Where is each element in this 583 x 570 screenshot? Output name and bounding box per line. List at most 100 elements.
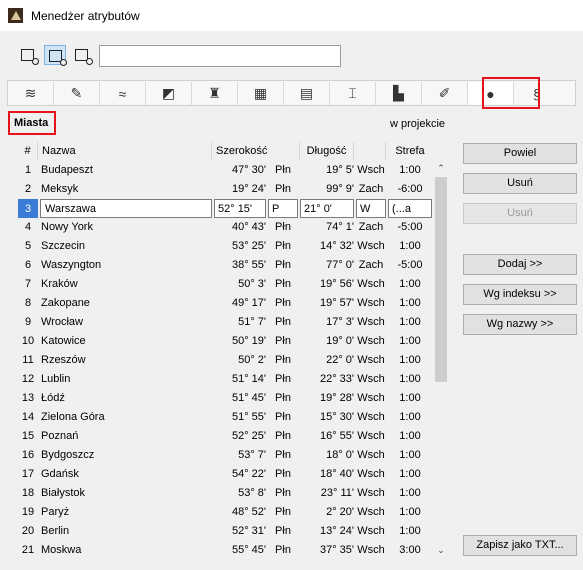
col-header-lat[interactable]: Szerokość	[214, 142, 300, 161]
cell-ns[interactable]: P	[268, 199, 298, 218]
view-preview-button[interactable]	[71, 45, 93, 65]
cell-num: 20	[21, 525, 35, 537]
tab-pens[interactable]: ✎	[54, 82, 100, 105]
layers-icon: ≋	[24, 85, 37, 101]
cell-tz: 3:00	[399, 544, 421, 556]
tab-zones[interactable]: ▤	[284, 82, 330, 105]
table-row[interactable]: 21 Moskwa 55° 45' Płn 37° 35' Wsch 3:00	[18, 541, 432, 558]
cell-tz[interactable]: (...a	[388, 199, 432, 218]
cell-tz: -6:00	[397, 183, 423, 195]
tab-layers[interactable]: ≋	[8, 82, 54, 105]
cell-ew: Wsch	[357, 335, 385, 347]
tab-composites[interactable]: ▦	[238, 82, 284, 105]
tab-fills[interactable]: ◩	[146, 82, 192, 105]
cell-ew: Zach	[358, 221, 384, 233]
table-row[interactable]: 17 Gdańsk 54° 22' Płn 18° 40' Wsch 1:00	[18, 465, 432, 484]
cell-tz: 1:00	[399, 316, 421, 328]
add-button[interactable]: Dodaj >>	[463, 254, 577, 275]
cell-name: Łódź	[41, 392, 65, 404]
cell-name: Zielona Góra	[41, 411, 105, 423]
cell-lat: 51° 55'	[231, 411, 266, 423]
cell-tz: 1:00	[399, 240, 421, 252]
cell-tz: 1:00	[399, 373, 421, 385]
cell-ns: Płn	[275, 278, 291, 290]
scroll-down-icon[interactable]: ⌄	[433, 542, 449, 558]
table-row[interactable]: 6 Waszyngton 38° 55' Płn 77° 0' Zach -5:00	[18, 256, 432, 275]
table-row-selected[interactable]: 3 Warszawa 52° 15' P 21° 0' W (...a	[18, 199, 432, 218]
tab-paint[interactable]: ♜	[192, 82, 238, 105]
cell-lon: 18° 0'	[326, 449, 354, 461]
scroll-up-icon[interactable]: ⌃	[433, 160, 449, 176]
app-icon	[8, 8, 23, 23]
cell-lat: 49° 17'	[231, 297, 266, 309]
cell-lat: 53° 7'	[238, 449, 266, 461]
cell-tz: 1:00	[399, 449, 421, 461]
by-index-button[interactable]: Wg indeksu >>	[463, 284, 577, 305]
cell-num: 19	[21, 506, 35, 518]
table-row[interactable]: 10 Katowice 50° 19' Płn 19° 0' Wsch 1:00	[18, 332, 432, 351]
table-row[interactable]: 7 Kraków 50° 3' Płn 19° 56' Wsch 1:00	[18, 275, 432, 294]
cell-ew[interactable]: W	[356, 199, 386, 218]
cell-ew: Wsch	[357, 392, 385, 404]
duplicate-button[interactable]: Powiel	[463, 143, 577, 164]
cell-lon: 2° 20'	[326, 506, 354, 518]
col-header-num[interactable]: #	[18, 142, 38, 161]
cell-name[interactable]: Warszawa	[40, 199, 212, 218]
tab-surfaces[interactable]: ✐	[422, 82, 468, 105]
cell-num: 8	[24, 297, 32, 309]
table-row[interactable]: 20 Berlin 52° 31' Płn 13° 24' Wsch 1:00	[18, 522, 432, 541]
table-row[interactable]: 16 Bydgoszcz 53° 7' Płn 18° 0' Wsch 1:00	[18, 446, 432, 465]
table-row[interactable]: 13 Łódź 51° 45' Płn 19° 28' Wsch 1:00	[18, 389, 432, 408]
search-input[interactable]	[99, 45, 341, 67]
col-header-tz[interactable]: Strefa	[388, 142, 432, 161]
cell-lon: 74° 1'	[326, 221, 354, 233]
cell-ns: Płn	[275, 221, 291, 233]
view-details-button[interactable]	[44, 45, 67, 66]
cell-num: 5	[24, 240, 32, 252]
scroll-thumb[interactable]	[435, 177, 447, 382]
table-row[interactable]: 11 Rzeszów 50° 2' Płn 22° 0' Wsch 1:00	[18, 351, 432, 370]
table-row[interactable]: 15 Poznań 52° 25' Płn 16° 55' Wsch 1:00	[18, 427, 432, 446]
cell-num: 14	[21, 411, 35, 423]
cell-lon: 16° 55'	[319, 430, 354, 442]
table-row[interactable]: 18 Białystok 53° 8' Płn 23° 11' Wsch 1:00	[18, 484, 432, 503]
cell-num[interactable]: 3	[18, 199, 38, 218]
delete-button[interactable]: Usuń	[463, 173, 577, 194]
tab-building-materials[interactable]: ▙	[376, 82, 422, 105]
cell-lat[interactable]: 52° 15'	[214, 199, 266, 218]
table-row[interactable]: 14 Zielona Góra 51° 55' Płn 15° 30' Wsch 1:00	[18, 408, 432, 427]
table-row[interactable]: 8 Zakopane 49° 17' Płn 19° 57' Wsch 1:00	[18, 294, 432, 313]
delete-disabled-button[interactable]: Usuń	[463, 203, 577, 224]
cell-ew: Wsch	[357, 240, 385, 252]
building-material-icon: ▙	[393, 85, 404, 101]
col-header-lon[interactable]: Długość	[300, 142, 354, 161]
view-list-button[interactable]	[17, 45, 39, 65]
cell-name: Budapeszt	[41, 164, 93, 176]
cell-name: Wrocław	[41, 316, 83, 328]
table-scrollbar[interactable]: ⌃ ⌄	[433, 160, 449, 558]
cell-lon[interactable]: 21° 0'	[300, 199, 354, 218]
cell-lat: 50° 19'	[231, 335, 266, 347]
cities-table: # Nazwa Szerokość Długość Strefa 1 Budape…	[18, 142, 432, 558]
cell-lat: 51° 45'	[231, 392, 266, 404]
cell-lat: 52° 31'	[231, 525, 266, 537]
table-row[interactable]: 1 Budapeszt 47° 30' Płn 19° 5' Wsch 1:00	[18, 161, 432, 180]
tab-line-types[interactable]: ≈	[100, 82, 146, 105]
table-row[interactable]: 5 Szczecin 53° 25' Płn 14° 32' Wsch 1:00	[18, 237, 432, 256]
table-row[interactable]: 12 Lublin 51° 14' Płn 22° 33' Wsch 1:00	[18, 370, 432, 389]
table-row[interactable]: 4 Nowy York 40° 43' Płn 74° 1' Zach -5:00	[18, 218, 432, 237]
cell-num: 10	[21, 335, 35, 347]
table-row[interactable]: 9 Wrocław 51° 7' Płn 17° 3' Wsch 1:00	[18, 313, 432, 332]
save-txt-button[interactable]: Zapisz jako TXT...	[463, 535, 577, 556]
table-row[interactable]: 19 Paryż 48° 52' Płn 2° 20' Wsch 1:00	[18, 503, 432, 522]
col-header-ew[interactable]	[356, 142, 386, 161]
zone-icon: ▤	[299, 85, 314, 101]
details-view-icon	[49, 50, 67, 66]
cell-name: Lublin	[41, 373, 71, 385]
table-row[interactable]: 2 Meksyk 19° 24' Płn 99° 9' Zach -6:00	[18, 180, 432, 199]
tab-profiles[interactable]: ⌶	[330, 82, 376, 105]
cell-num: 13	[21, 392, 35, 404]
col-header-name[interactable]: Nazwa	[40, 142, 212, 161]
cell-ns: Płn	[275, 259, 291, 271]
by-name-button[interactable]: Wg nazwy >>	[463, 314, 577, 335]
